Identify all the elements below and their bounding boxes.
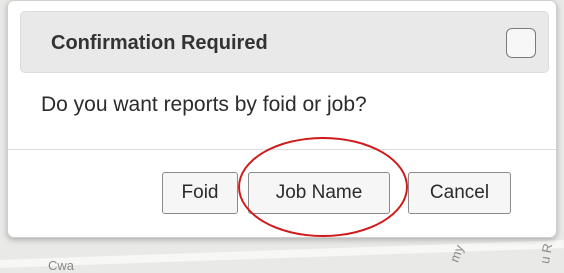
- map-road: [0, 240, 564, 268]
- cancel-button[interactable]: Cancel: [408, 172, 511, 214]
- map-label: Cwa: [48, 258, 75, 273]
- close-checkbox-icon[interactable]: [506, 28, 536, 58]
- map-label: u R: [536, 242, 556, 265]
- dialog-titlebar[interactable]: Confirmation Required: [20, 11, 549, 73]
- foid-button[interactable]: Foid: [162, 172, 238, 214]
- job-name-button[interactable]: Job Name: [248, 172, 390, 214]
- dialog-message: Do you want reports by foid or job?: [41, 93, 367, 116]
- dialog-title: Confirmation Required: [51, 32, 268, 54]
- dialog-divider: [8, 149, 556, 150]
- confirmation-dialog: Confirmation Required Do you want report…: [7, 0, 557, 238]
